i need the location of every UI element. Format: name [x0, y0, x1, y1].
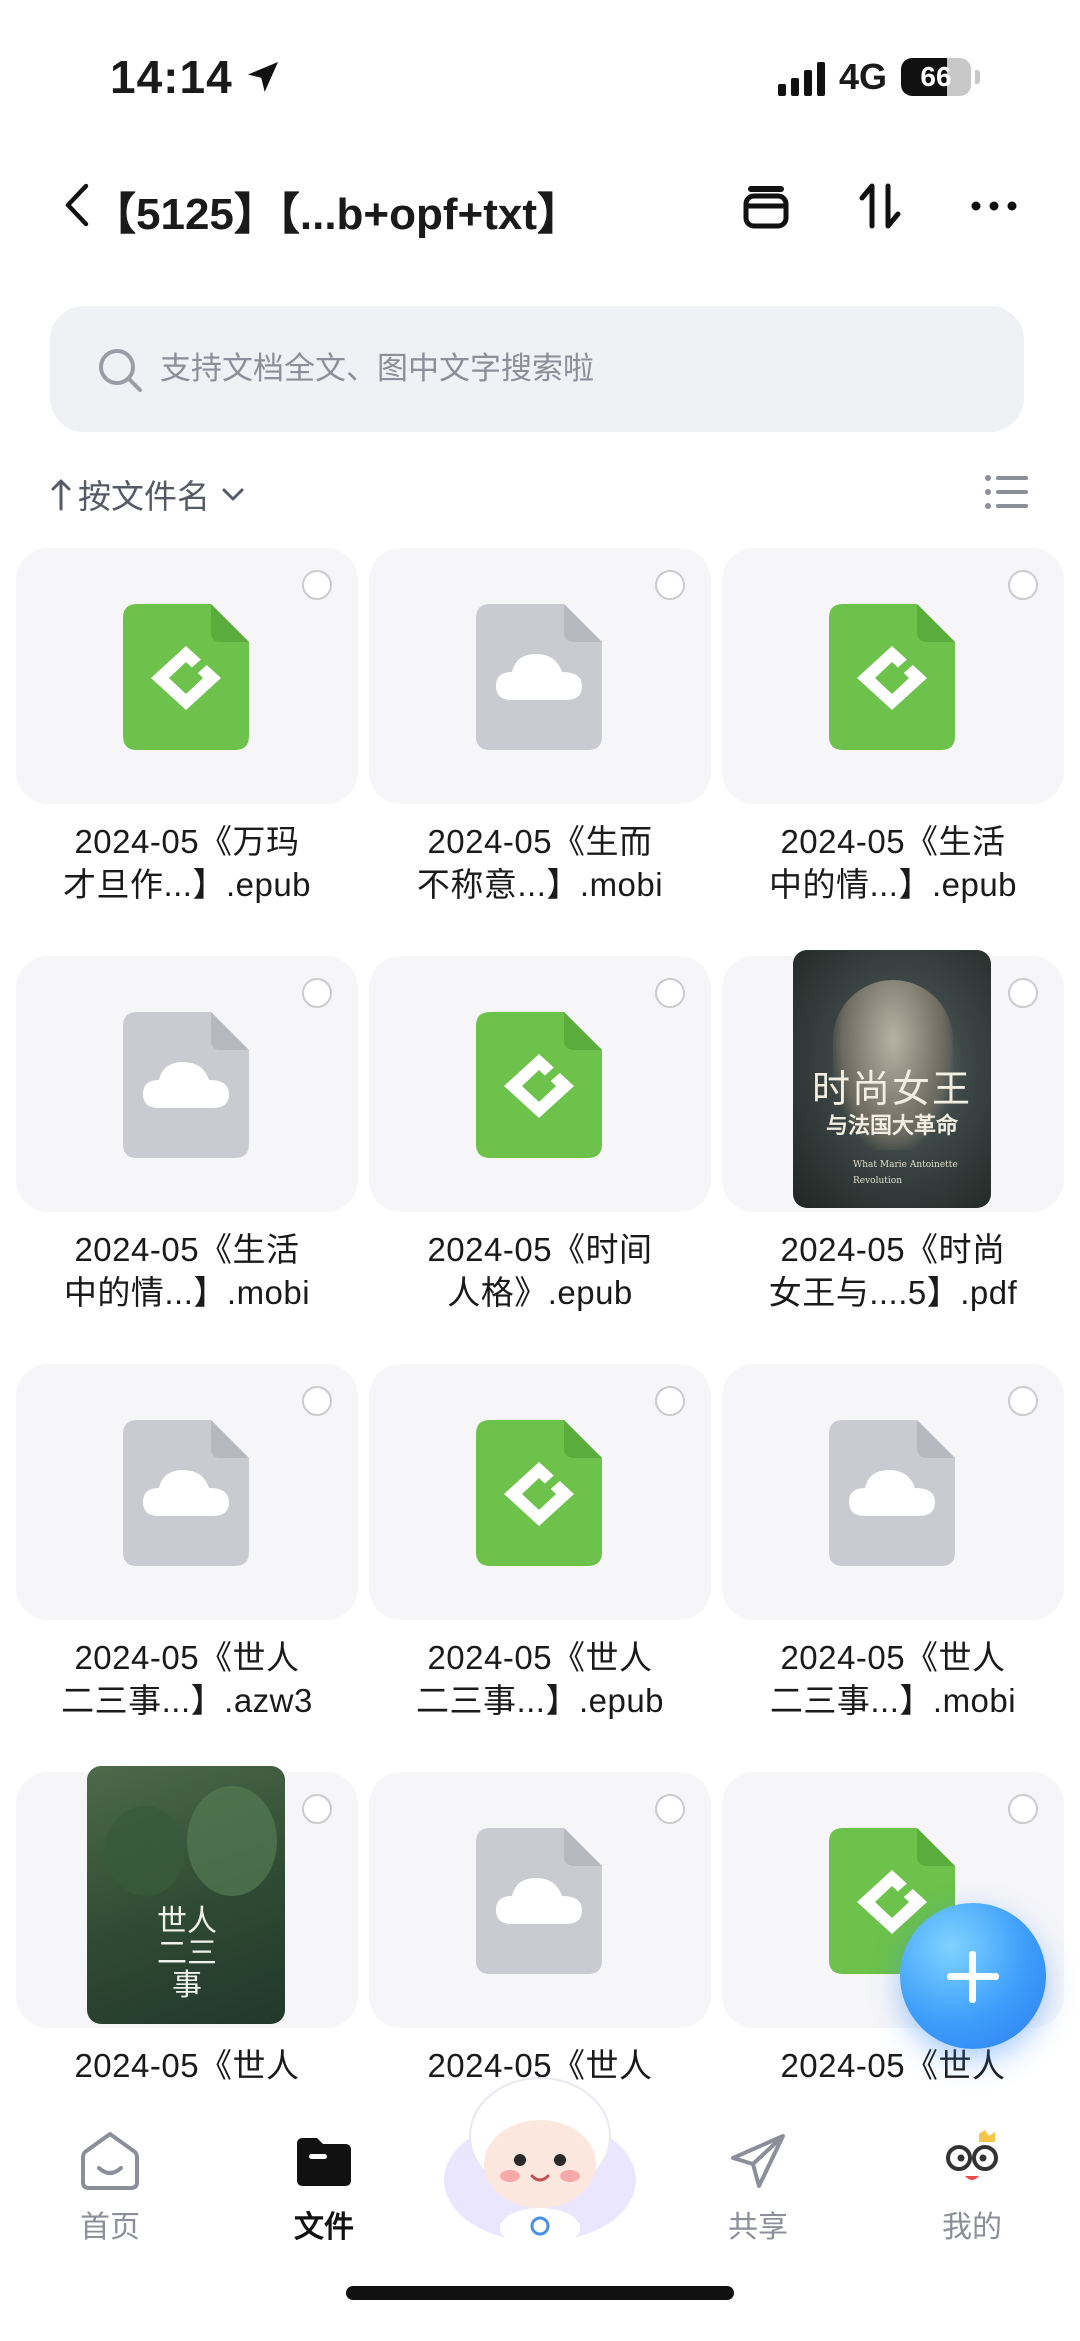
- file-name: 2024-05《世人: [780, 2047, 1006, 2084]
- select-radio[interactable]: [302, 1794, 332, 1824]
- battery-tip: [975, 70, 980, 84]
- sort-up-arrow-icon: [51, 479, 71, 511]
- file-name: 2024-05《世人 二三事...】.epub: [415, 1639, 665, 1719]
- more-dots-icon: [971, 201, 1017, 211]
- sort-arrows-icon: [859, 183, 901, 229]
- file-name: 2024-05《世人 二三事...】.azw3: [61, 1639, 313, 1719]
- home-icon: [81, 2132, 139, 2190]
- tab-mine-label: 我的: [942, 2211, 1002, 2244]
- tab-home-label: 首页: [80, 2211, 140, 2244]
- sort-by-name-button[interactable]: 按文件名: [50, 470, 246, 518]
- status-indicators: 4G 66: [777, 56, 980, 98]
- cloud-file-icon: [123, 1420, 249, 1566]
- more-button[interactable]: [962, 174, 1026, 238]
- book-cover-image: 世人二三事: [87, 1766, 285, 2024]
- sort-order-button[interactable]: [848, 174, 912, 238]
- tab-files-label: 文件: [294, 2211, 354, 2244]
- select-radio[interactable]: [655, 978, 685, 1008]
- paper-plane-icon: [731, 2134, 785, 2188]
- select-radio[interactable]: [1008, 1386, 1038, 1416]
- tab-bar: 首页 文件 共享 我的: [0, 2077, 1080, 2341]
- epub-icon: [476, 1420, 602, 1566]
- epub-icon: [829, 604, 955, 750]
- file-name: 2024-05《生活 中的情...】.epub: [768, 823, 1018, 903]
- select-radio[interactable]: [655, 570, 685, 600]
- tab-share[interactable]: 共享: [688, 2128, 828, 2246]
- epub-icon: [123, 604, 249, 750]
- status-bar: 14:14 4G 66: [0, 0, 1080, 150]
- epub-icon: [476, 1012, 602, 1158]
- file-name: 2024-05《时间 人格》.epub: [427, 1231, 653, 1311]
- file-name: 2024-05《生活 中的情...】.mobi: [63, 1231, 311, 1311]
- cloud-file-icon: [476, 604, 602, 750]
- cover-title: 时尚女王: [811, 1067, 972, 1111]
- select-radio[interactable]: [302, 1386, 332, 1416]
- network-type: 4G: [838, 56, 887, 97]
- file-name: 2024-05《万玛 才旦作...】.epub: [62, 823, 312, 903]
- search-icon: [99, 349, 142, 392]
- cover-subtitle: 与法国大革命: [825, 1113, 958, 1139]
- sort-label: 按文件名: [78, 478, 210, 515]
- home-indicator: [346, 2286, 734, 2300]
- tab-share-label: 共享: [728, 2211, 788, 2244]
- location-arrow-icon: [247, 62, 278, 92]
- tab-files[interactable]: 文件: [254, 2128, 394, 2246]
- select-radio[interactable]: [1008, 978, 1038, 1008]
- cover-caption: What Marie Antoinette: [853, 1160, 958, 1170]
- tab-home[interactable]: 首页: [40, 2128, 180, 2246]
- file-name: 2024-05《时尚 女王与....5】.pdf: [768, 1231, 1018, 1311]
- book-cover-image: 时尚女王 与法国大革命 What Marie Antoinette Revolu…: [793, 950, 991, 1208]
- cloud-file-icon: [123, 1012, 249, 1158]
- select-radio[interactable]: [302, 978, 332, 1008]
- select-radio[interactable]: [1008, 1794, 1038, 1824]
- select-radio[interactable]: [655, 1794, 685, 1824]
- select-radio[interactable]: [302, 570, 332, 600]
- profile-face-icon: [946, 2130, 998, 2180]
- search-input-placeholder[interactable]: 支持文档全文、图中文字搜索啦: [160, 306, 594, 432]
- file-name: 2024-05《生而 不称意...】.mobi: [416, 823, 664, 903]
- mascot-assistant-icon[interactable]: [440, 2060, 640, 2250]
- select-radio[interactable]: [1008, 570, 1038, 600]
- battery-icon: 66: [901, 58, 971, 96]
- folder-icon: [297, 2138, 351, 2186]
- chevron-down-icon: [222, 488, 244, 501]
- add-button[interactable]: [900, 1903, 1046, 2049]
- status-time: 14:14: [110, 51, 233, 103]
- select-radio[interactable]: [655, 1386, 685, 1416]
- status-time-group: 14:14: [110, 50, 283, 104]
- tab-mine[interactable]: 我的: [902, 2128, 1042, 2246]
- header: 【5125】【...b+opf+txt】: [0, 160, 1080, 250]
- list-view-icon[interactable]: [984, 472, 1030, 512]
- cloud-file-icon: [476, 1828, 602, 1974]
- cloud-file-icon: [829, 1420, 955, 1566]
- archive-button[interactable]: [734, 174, 798, 238]
- file-name: 2024-05《世人 二三事...】.mobi: [769, 1639, 1017, 1719]
- archive-box-icon: [743, 186, 789, 229]
- folder-title: 【5125】【...b+opf+txt】: [92, 190, 582, 239]
- battery-percent: 66: [920, 61, 952, 92]
- search-bar[interactable]: 支持文档全文、图中文字搜索啦: [50, 306, 1024, 432]
- cover-title: 世人二三事: [157, 1904, 217, 2003]
- signal-icon: [777, 58, 825, 96]
- file-name: 2024-05《世人: [74, 2047, 300, 2084]
- sort-row: 按文件名: [50, 470, 1030, 520]
- cover-caption-2: Revolution: [853, 1176, 902, 1186]
